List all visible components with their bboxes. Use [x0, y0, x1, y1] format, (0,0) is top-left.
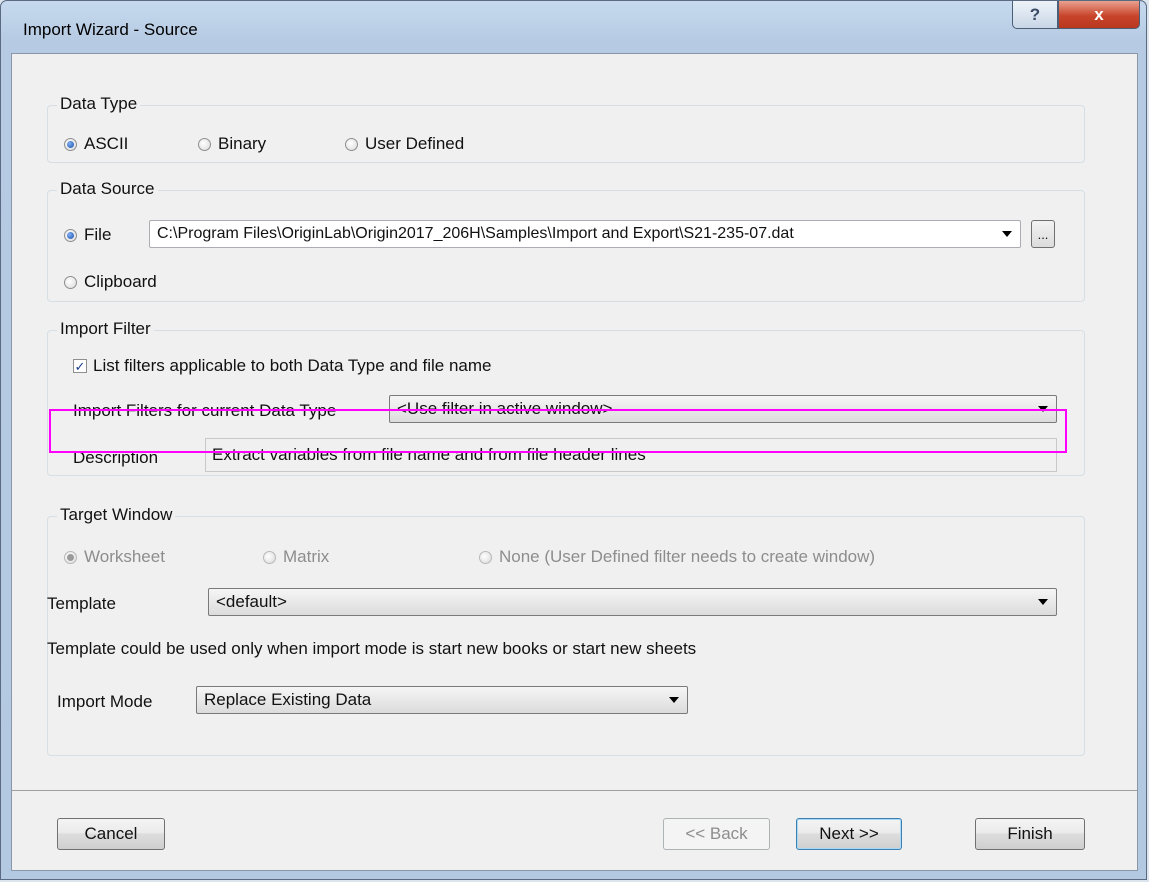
data-source-group: Data Source File C:\Program Files\Origin…: [47, 179, 1085, 302]
file-path-combo[interactable]: C:\Program Files\OriginLab\Origin2017_20…: [149, 220, 1021, 248]
radio-selected-icon: [64, 550, 77, 564]
checkmark-icon: ✓: [73, 358, 87, 374]
template-combo[interactable]: <default>: [208, 588, 1057, 616]
cancel-button[interactable]: Cancel: [57, 818, 165, 850]
list-filters-checkbox[interactable]: ✓ List filters applicable to both Data T…: [73, 356, 491, 376]
radio-clipboard-label: Clipboard: [84, 272, 157, 291]
radio-file-label: File: [84, 225, 112, 244]
radio-user-defined-label: User Defined: [365, 134, 465, 153]
browse-button[interactable]: ...: [1031, 220, 1055, 248]
dialog-client-area: Data Type ASCII Binary User Defined Data…: [11, 53, 1138, 871]
footer-separator: [12, 790, 1137, 791]
target-window-group-label: Target Window: [57, 505, 176, 525]
radio-binary[interactable]: Binary: [198, 134, 266, 154]
import-filter-group-label: Import Filter: [57, 319, 154, 339]
next-button[interactable]: Next >>: [796, 818, 902, 850]
radio-unselected-icon: [64, 275, 77, 289]
import-wizard-window: Import Wizard - Source ? x Data Type ASC…: [0, 0, 1147, 880]
data-type-group: Data Type ASCII Binary User Defined: [47, 94, 1085, 163]
import-mode-combo[interactable]: Replace Existing Data: [196, 686, 688, 714]
radio-worksheet[interactable]: Worksheet: [64, 547, 165, 567]
browse-button-label: ...: [1037, 227, 1049, 242]
radio-unselected-icon: [479, 550, 492, 564]
window-title: Import Wizard - Source: [23, 20, 198, 39]
close-icon: x: [1094, 4, 1104, 24]
radio-unselected-icon: [263, 550, 276, 564]
radio-none-label: None (User Defined filter needs to creat…: [499, 547, 876, 566]
cancel-button-label: Cancel: [84, 824, 138, 843]
finish-button-label: Finish: [1007, 824, 1053, 843]
radio-clipboard[interactable]: Clipboard: [64, 272, 157, 292]
radio-none[interactable]: None (User Defined filter needs to creat…: [479, 547, 875, 567]
template-label: Template: [47, 594, 116, 613]
radio-selected-icon: [64, 137, 77, 151]
import-mode-value: Replace Existing Data: [204, 690, 372, 709]
highlight-box: [49, 409, 1067, 453]
finish-button[interactable]: Finish: [975, 818, 1085, 850]
radio-worksheet-label: Worksheet: [84, 547, 165, 566]
radio-file[interactable]: File: [64, 225, 111, 245]
radio-ascii-label: ASCII: [84, 134, 129, 153]
dropdown-arrow-icon: [1038, 599, 1048, 605]
title-bar: Import Wizard - Source ? x: [1, 1, 1146, 53]
list-filters-checkbox-label: List filters applicable to both Data Typ…: [93, 356, 492, 375]
data-source-group-label: Data Source: [57, 179, 158, 199]
target-window-group: Target Window Worksheet Matrix None (Use…: [47, 505, 1085, 756]
next-button-label: Next >>: [819, 824, 879, 843]
radio-ascii[interactable]: ASCII: [64, 134, 128, 154]
file-path-value: C:\Program Files\OriginLab\Origin2017_20…: [157, 225, 794, 242]
back-button[interactable]: << Back: [663, 818, 770, 850]
help-icon: ?: [1029, 4, 1041, 24]
data-type-group-label: Data Type: [57, 94, 141, 114]
back-button-label: << Back: [685, 824, 748, 843]
template-note: Template could be used only when import …: [47, 639, 697, 658]
close-button[interactable]: x: [1058, 1, 1140, 29]
radio-unselected-icon: [198, 137, 211, 151]
dropdown-arrow-icon: [669, 697, 679, 703]
radio-selected-icon: [64, 228, 77, 242]
help-button[interactable]: ?: [1012, 1, 1058, 29]
radio-matrix[interactable]: Matrix: [263, 547, 329, 567]
radio-unselected-icon: [345, 137, 358, 151]
radio-user-defined[interactable]: User Defined: [345, 134, 464, 154]
radio-binary-label: Binary: [218, 134, 267, 153]
dropdown-arrow-icon: [1002, 231, 1012, 237]
template-value: <default>: [216, 592, 287, 611]
import-filter-group: Import Filter ✓ List filters applicable …: [47, 319, 1085, 476]
import-mode-label: Import Mode: [57, 692, 153, 711]
radio-matrix-label: Matrix: [283, 547, 330, 566]
